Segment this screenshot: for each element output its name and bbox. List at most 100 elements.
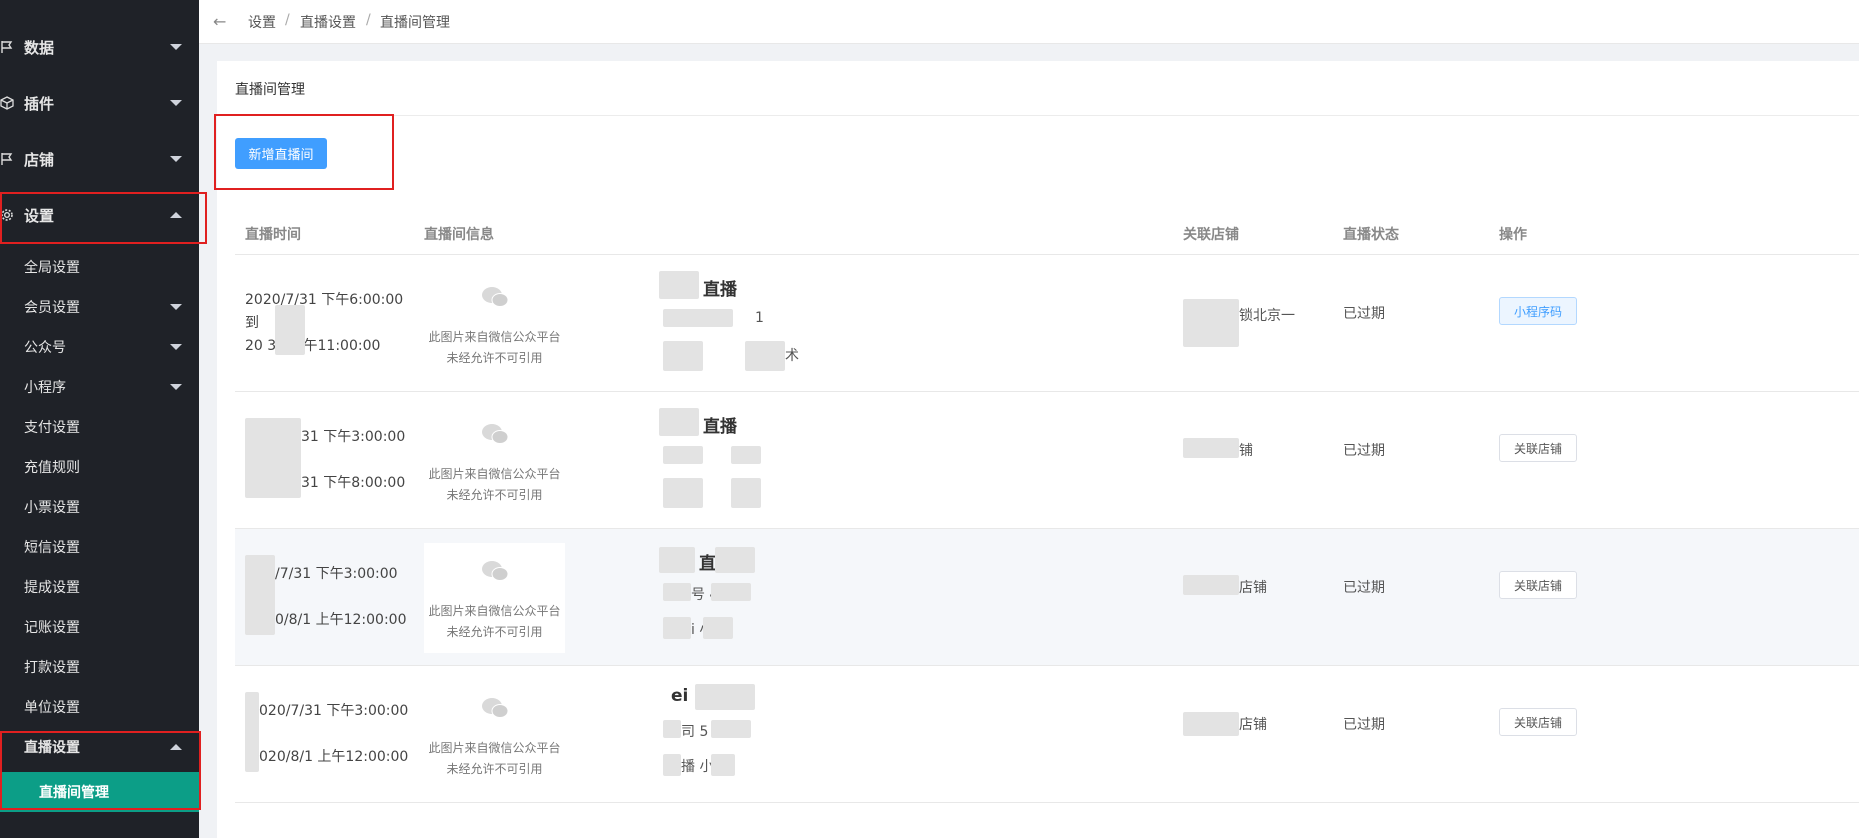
chevron-down-icon — [170, 44, 182, 50]
image-note: 未经允许不可引用 — [446, 762, 543, 776]
blur-mask — [1183, 712, 1239, 736]
blur-mask — [663, 446, 703, 464]
mini-program-code-button[interactable]: 小程序码 — [1499, 297, 1578, 325]
blur-mask — [663, 754, 681, 776]
blur-mask — [659, 408, 699, 436]
column-header: 直播时间 — [245, 227, 301, 243]
live-room-info: 术 — [785, 348, 799, 364]
column-header: 直播状态 — [1343, 227, 1399, 243]
link-store-button[interactable]: 关联店铺 — [1499, 708, 1578, 736]
sidebar-item-unit-settings[interactable]: 单位设置 — [0, 687, 199, 727]
sidebar-item-live-room-manage[interactable]: 直播间管理 — [0, 772, 199, 812]
blur-mask — [1183, 299, 1239, 347]
sidebar-item-payment-settings[interactable]: 支付设置 — [0, 407, 199, 447]
table-header: 直播时间 直播间信息 关联店铺 直播状态 操作 — [235, 211, 1859, 255]
menu-plugins[interactable]: 插件 — [0, 75, 199, 131]
blur-mask — [731, 446, 761, 464]
main-card: 直播间管理 新增直播间 直播时间 直播间信息 关联店铺 直播状态 操作 2020… — [214, 61, 1859, 838]
linked-store: 店铺 — [1239, 580, 1267, 596]
menu-settings[interactable]: 设置 — [0, 187, 199, 243]
wechat-icon — [481, 698, 508, 718]
sidebar-item-live-settings[interactable]: 直播设置 — [0, 727, 199, 767]
wechat-icon — [481, 561, 508, 581]
column-header: 关联店铺 — [1183, 227, 1239, 243]
sidebar-item-official-account[interactable]: 公众号 — [0, 327, 199, 367]
live-status: 已过期 — [1343, 717, 1385, 733]
blur-mask — [663, 617, 691, 639]
flag-icon — [0, 151, 14, 167]
blur-mask — [731, 478, 761, 508]
menu-plugins-label: 插件 — [24, 94, 55, 113]
breadcrumb-separator: / — [285, 12, 290, 28]
breadcrumb-item-current: 直播间管理 — [380, 15, 450, 31]
chevron-down-icon — [170, 304, 182, 310]
live-time-start: 31 下午3:00:00 — [301, 429, 406, 445]
sidebar-item-payout-settings[interactable]: 打款设置 — [0, 647, 199, 687]
blur-mask — [659, 271, 699, 299]
image-note: 此图片来自微信公众平台 — [428, 604, 561, 618]
sidebar: 数据 插件 店铺 设置 全局设置 会员设置 公众号 小程序 支付设置 充值规则 … — [0, 0, 207, 838]
chevron-down-icon — [170, 156, 182, 162]
chevron-down-icon — [170, 384, 182, 390]
blur-mask — [703, 617, 733, 639]
sidebar-item-sms-settings[interactable]: 短信设置 — [0, 527, 199, 567]
cover-image-placeholder: 此图片来自微信公众平台 未经允许不可引用 — [424, 543, 565, 653]
sidebar-item-receipt-settings[interactable]: 小票设置 — [0, 487, 199, 527]
image-note: 未经允许不可引用 — [446, 488, 543, 502]
chevron-down-icon — [170, 100, 182, 106]
linked-store: 店铺 — [1239, 717, 1267, 733]
column-header: 直播间信息 — [424, 227, 494, 243]
blur-mask — [659, 547, 695, 573]
back-arrow-icon[interactable]: ← — [213, 12, 226, 31]
cube-icon — [0, 95, 14, 111]
live-time-end: 20 31 下午11:00:00 — [245, 338, 381, 354]
divider — [217, 115, 1859, 116]
table-row: 31 下午3:00:00 到 31 下午8:00:00 此图片来自微信公众平台 … — [235, 392, 1859, 529]
live-time-end: 020/8/1 上午12:00:00 — [259, 749, 409, 765]
image-note: 此图片来自微信公众平台 — [428, 741, 561, 755]
chevron-up-icon — [170, 744, 182, 750]
link-store-button[interactable]: 关联店铺 — [1499, 434, 1578, 462]
chevron-down-icon — [170, 344, 182, 350]
cover-image-placeholder: 此图片来自微信公众平台 未经允许不可引用 — [424, 406, 565, 516]
blur-mask — [1183, 438, 1239, 458]
blur-mask — [275, 305, 305, 355]
sidebar-item-mini-program[interactable]: 小程序 — [0, 367, 199, 407]
wechat-icon — [481, 287, 508, 307]
live-status: 已过期 — [1343, 443, 1385, 459]
live-time-start: 020/7/31 下午3:00:00 — [259, 703, 409, 719]
live-time-start: /7/31 下午3:00:00 — [275, 566, 398, 582]
blur-mask — [245, 555, 275, 635]
link-store-button[interactable]: 关联店铺 — [1499, 571, 1578, 599]
sidebar-item-commission-settings[interactable]: 提成设置 — [0, 567, 199, 607]
menu-data[interactable]: 数据 — [0, 19, 199, 75]
cover-image-placeholder: 此图片来自微信公众平台 未经允许不可引用 — [424, 269, 565, 379]
table-row: 020/7/31 下午3:00:00 020/8/1 上午12:00:00 此图… — [235, 666, 1859, 803]
blur-mask — [663, 720, 681, 738]
sidebar-item-recharge-rules[interactable]: 充值规则 — [0, 447, 199, 487]
wechat-icon — [481, 424, 508, 444]
menu-settings-label: 设置 — [24, 206, 55, 225]
table-row: /7/31 下午3:00:00 0/8/1 上午12:00:00 此图片来自微信… — [235, 529, 1859, 666]
menu-store[interactable]: 店铺 — [0, 131, 199, 187]
table-row: 2020/7/31 下午6:00:00 到 20 31 下午11:00:00 此… — [235, 255, 1859, 392]
sidebar-item-accounting-settings[interactable]: 记账设置 — [0, 607, 199, 647]
sidebar-item-global-settings[interactable]: 全局设置 — [0, 247, 199, 287]
breadcrumb-separator: / — [366, 12, 371, 28]
blur-mask — [715, 547, 755, 573]
live-status: 已过期 — [1343, 306, 1385, 322]
sidebar-item-member-settings[interactable]: 会员设置 — [0, 287, 199, 327]
add-live-room-button[interactable]: 新增直播间 — [235, 138, 327, 169]
blur-mask — [711, 720, 751, 738]
live-time-start: 2020/7/31 下午6:00:00 — [245, 292, 404, 308]
page-title: 直播间管理 — [235, 82, 305, 98]
breadcrumb-item[interactable]: 设置 — [248, 12, 276, 32]
breadcrumb: ← 设置 / 直播设置 / 直播间管理 — [199, 0, 1859, 44]
linked-store: 锁北京一 — [1239, 308, 1295, 324]
blur-mask — [663, 309, 733, 327]
blur-mask — [1183, 575, 1239, 595]
live-time-end: 0/8/1 上午12:00:00 — [275, 612, 407, 628]
breadcrumb-item[interactable]: 直播设置 — [300, 12, 356, 32]
menu-store-label: 店铺 — [24, 150, 55, 169]
chevron-up-icon — [170, 212, 182, 218]
